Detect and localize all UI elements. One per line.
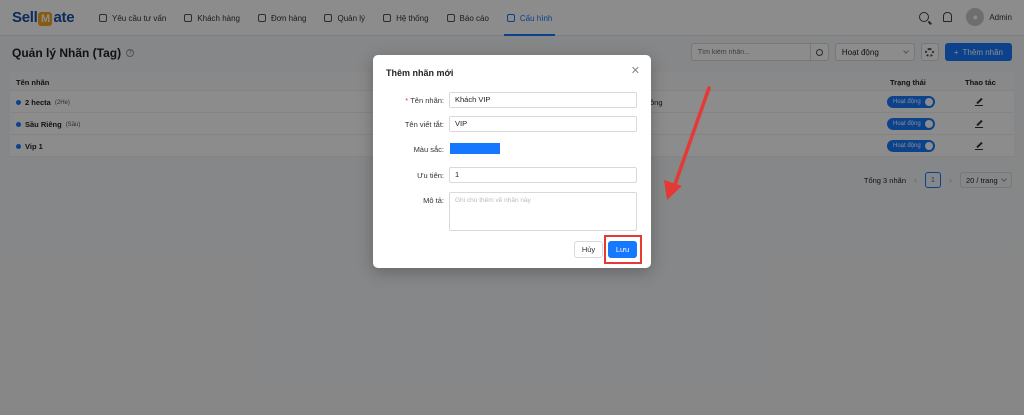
description-textarea[interactable]: Ghi chú thêm về nhãn này	[449, 192, 637, 231]
priority-label: Ưu tiên:	[417, 171, 444, 180]
short-name-input[interactable]: VIP	[449, 116, 637, 132]
close-icon[interactable]: ✕	[631, 64, 640, 77]
modal-title: Thêm nhãn mới	[386, 68, 454, 78]
save-highlight-box	[604, 235, 642, 264]
cancel-button[interactable]: Hủy	[574, 241, 603, 258]
color-label: Màu sắc:	[413, 145, 444, 154]
required-marker: *	[405, 96, 409, 105]
name-label: * Tên nhãn:	[405, 96, 444, 105]
description-label: Mô tả:	[423, 196, 444, 205]
short-name-label: Tên viết tắt:	[404, 120, 444, 129]
color-picker[interactable]	[450, 143, 500, 154]
priority-input[interactable]: 1	[449, 167, 637, 183]
name-label-text: Tên nhãn:	[410, 96, 444, 105]
tag-name-input[interactable]: Khách VIP	[449, 92, 637, 108]
